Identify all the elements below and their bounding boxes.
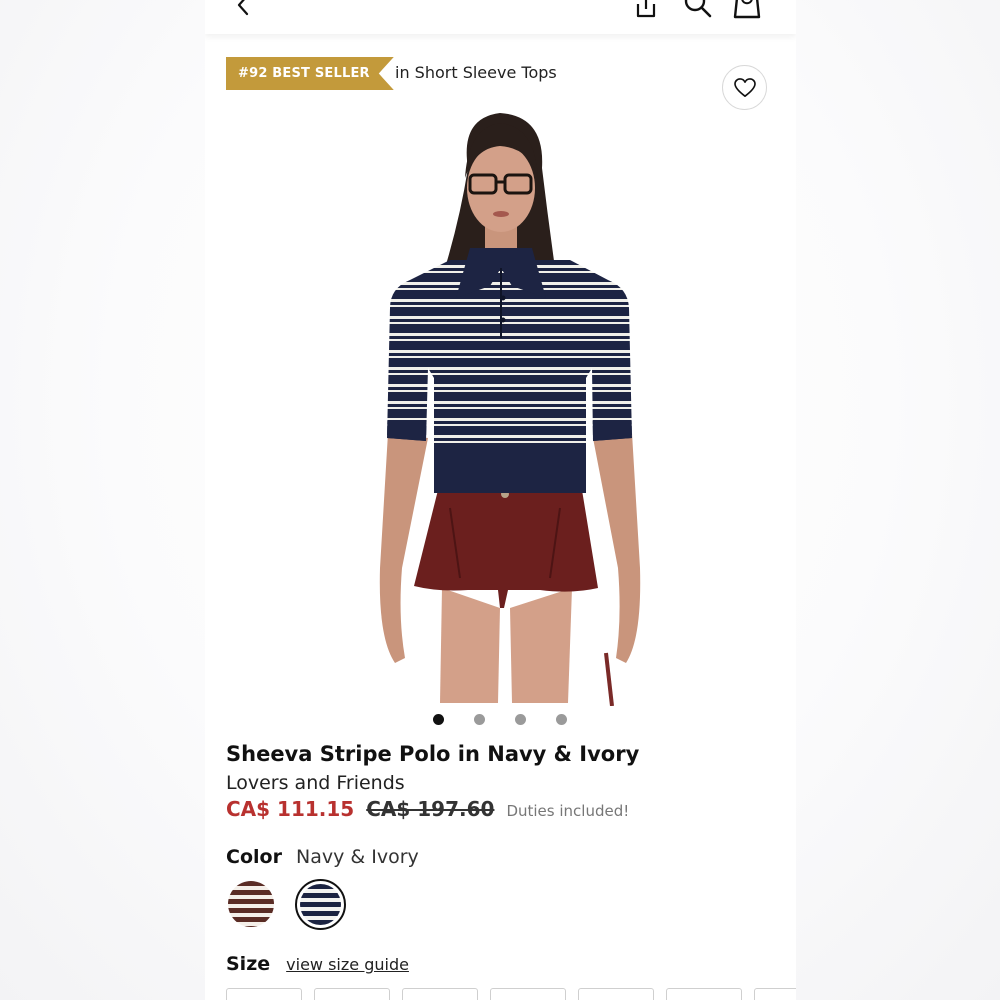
carousel-dot-1[interactable] xyxy=(433,714,444,725)
sale-price: CA$ 111.15 xyxy=(226,797,355,821)
size-label: Size xyxy=(226,953,271,975)
search-icon[interactable] xyxy=(683,0,713,20)
product-brand[interactable]: Lovers and Friends xyxy=(226,771,405,795)
product-title: Sheeva Stripe Polo in Navy & Ivory xyxy=(226,742,640,766)
size-row: Size view size guide xyxy=(226,953,409,975)
price-row: CA$ 111.15 CA$ 197.60 Duties included! xyxy=(226,797,629,821)
size-option[interactable] xyxy=(578,988,654,1000)
swatch-fill xyxy=(300,884,341,925)
original-price: CA$ 197.60 xyxy=(366,797,495,821)
color-label: Color xyxy=(226,846,282,868)
top-nav-bar xyxy=(205,0,796,34)
size-option[interactable] xyxy=(754,988,796,1000)
heart-icon xyxy=(733,77,756,97)
size-option[interactable] xyxy=(402,988,478,1000)
carousel-dot-3[interactable] xyxy=(515,714,526,725)
wishlist-button[interactable] xyxy=(722,65,767,110)
size-option[interactable] xyxy=(490,988,566,1000)
size-option[interactable] xyxy=(666,988,742,1000)
product-page: #92 BEST SELLER in Short Sleeve Tops She… xyxy=(205,0,796,1000)
size-options xyxy=(226,988,796,1000)
selected-color: Navy & Ivory xyxy=(295,846,419,868)
size-option[interactable] xyxy=(226,988,302,1000)
carousel-dot-2[interactable] xyxy=(474,714,485,725)
image-carousel-dots[interactable] xyxy=(433,714,567,725)
carousel-dot-4[interactable] xyxy=(556,714,567,725)
size-guide-link[interactable]: view size guide xyxy=(286,955,409,974)
color-swatch-navy-selected[interactable] xyxy=(295,879,346,930)
best-seller-category[interactable]: in Short Sleeve Tops xyxy=(395,62,557,84)
share-icon[interactable] xyxy=(633,0,659,20)
size-option[interactable] xyxy=(314,988,390,1000)
shopping-bag-icon[interactable] xyxy=(733,0,761,20)
chevron-left-icon[interactable] xyxy=(233,0,253,18)
product-image[interactable] xyxy=(350,108,650,706)
duties-note: Duties included! xyxy=(506,802,630,820)
best-seller-badge: #92 BEST SELLER xyxy=(226,57,394,90)
color-swatch-brown[interactable] xyxy=(228,881,274,927)
color-row: Color Navy & Ivory xyxy=(226,845,419,869)
